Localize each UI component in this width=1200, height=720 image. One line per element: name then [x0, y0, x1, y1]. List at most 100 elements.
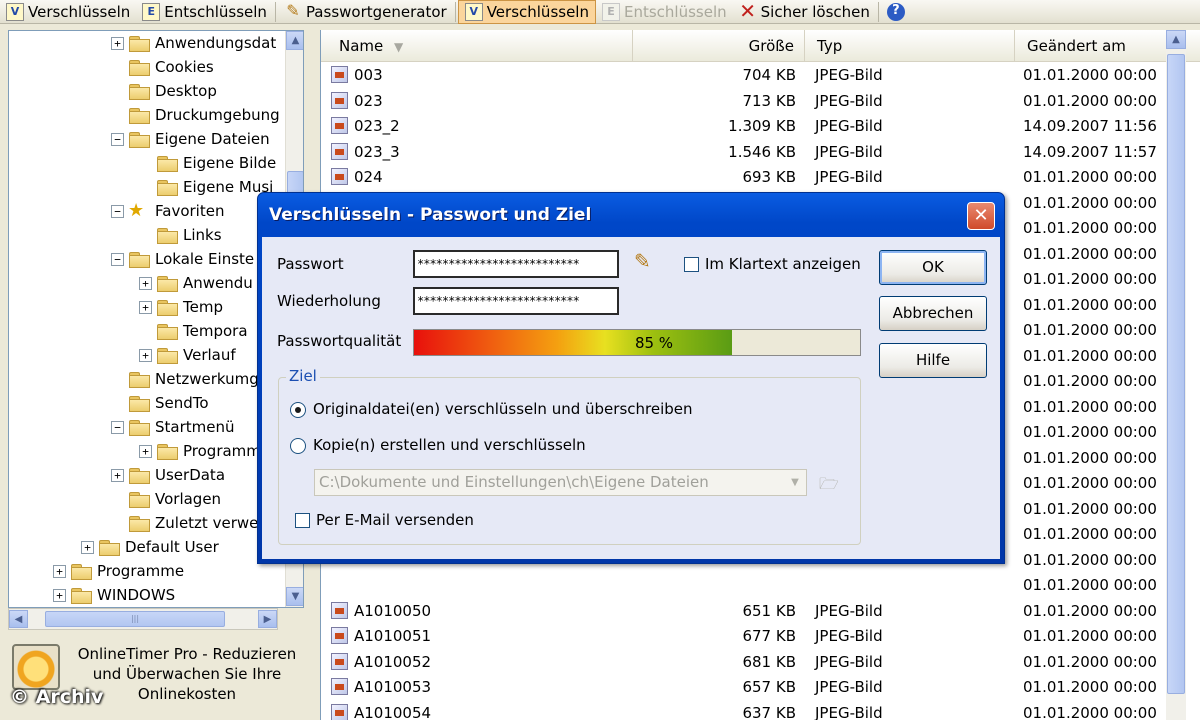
- expand-icon[interactable]: +: [139, 276, 152, 290]
- cell-date: 01.01.2000 00:00: [1023, 627, 1157, 645]
- cell-size: 713 KB: [742, 91, 796, 110]
- scroll-down-button[interactable]: ▼: [286, 587, 303, 606]
- tree-item[interactable]: Zuletzt verwe: [111, 511, 258, 535]
- toolbar-passwortgenerator-button[interactable]: ✎ Passwortgenerator: [278, 0, 453, 24]
- tree-item[interactable]: Links: [139, 223, 222, 247]
- cell-name: A1010054: [354, 703, 432, 720]
- help-button[interactable]: Hilfe: [879, 343, 987, 378]
- tree-item[interactable]: Desktop: [111, 79, 217, 103]
- browse-folder-icon[interactable]: 🗁: [819, 473, 841, 493]
- toolbar-verschluesseln-button[interactable]: V Verschlüsseln: [0, 0, 136, 24]
- table-row[interactable]: 023 713 KB JPEG-Bild 01.01.2000 00:00: [321, 88, 1166, 113]
- tree-item[interactable]: Netzwerkumg: [111, 367, 259, 391]
- quality-percent-text: 85 %: [634, 334, 674, 352]
- table-row[interactable]: A1010052 681 KB JPEG-Bild 01.01.2000 00:00: [321, 649, 1166, 674]
- overwrite-radio[interactable]: [290, 402, 306, 418]
- folder-icon: [156, 227, 178, 244]
- tree-item[interactable]: + Programme: [53, 559, 184, 583]
- toolbar-entschluesseln-button[interactable]: E Entschlüsseln: [136, 0, 273, 24]
- toolbar-sicher-loeschen-button[interactable]: ✕ Sicher löschen: [733, 0, 876, 24]
- table-row[interactable]: A1010053 657 KB JPEG-Bild 01.01.2000 00:00: [321, 674, 1166, 699]
- collapse-icon[interactable]: −: [111, 132, 124, 146]
- tree-item[interactable]: SendTo: [111, 391, 209, 415]
- password-generator-key-icon[interactable]: ✎: [634, 249, 660, 273]
- tree-item[interactable]: + WINDOWS: [53, 583, 175, 607]
- cell-date: 01.01.2000 00:00: [1023, 372, 1157, 390]
- cancel-button[interactable]: Abbrechen: [879, 296, 987, 331]
- repeat-password-field[interactable]: **************************: [413, 287, 619, 315]
- tree-item[interactable]: Vorlagen: [111, 487, 221, 511]
- tree-item[interactable]: + Default User: [81, 535, 219, 559]
- cell-date: 01.01.2000 00:00: [1023, 270, 1157, 288]
- tree-item[interactable]: − Lokale Einste: [111, 247, 254, 271]
- ok-button[interactable]: OK: [879, 250, 987, 285]
- tree-item[interactable]: + Temp: [139, 295, 223, 319]
- scroll-left-button[interactable]: ◀: [9, 610, 28, 628]
- password-field[interactable]: **************************: [413, 250, 619, 278]
- expand-icon[interactable]: +: [81, 540, 94, 554]
- tree-item[interactable]: Tempora: [139, 319, 248, 343]
- tree-horizontal-scrollbar[interactable]: ◀ ||| ▶: [8, 608, 278, 630]
- show-plaintext-checkbox[interactable]: [684, 257, 699, 272]
- cell-date: 01.01.2000 00:00: [1023, 397, 1157, 416]
- toolbar-button-label: Entschlüsseln: [623, 2, 727, 21]
- tree-item[interactable]: + Anwendu: [139, 271, 253, 295]
- tree-item[interactable]: Eigene Bilde: [139, 151, 276, 175]
- scroll-right-button[interactable]: ▶: [258, 610, 277, 628]
- tree-item[interactable]: Druckumgebung: [111, 103, 280, 127]
- column-size[interactable]: Größe: [633, 30, 805, 62]
- horizontal-scroll-thumb[interactable]: |||: [45, 611, 225, 627]
- toolbar: V Verschlüsseln E Entschlüsseln ✎ Passwortgen…: [0, 0, 1200, 24]
- expand-icon[interactable]: +: [139, 444, 152, 458]
- table-row[interactable]: 023_2 1.309 KB JPEG-Bild 14.09.2007 11:56: [321, 113, 1166, 138]
- tree-item[interactable]: − Eigene Dateien: [111, 127, 270, 151]
- table-row[interactable]: 023_3 1.546 KB JPEG-Bild 14.09.2007 11:57: [321, 139, 1166, 164]
- column-type[interactable]: Typ: [805, 30, 1015, 62]
- target-path-combobox[interactable]: C:\Dokumente und Einstellungen\ch\Eigene…: [314, 469, 807, 496]
- email-checkbox[interactable]: [295, 513, 310, 528]
- toolbar-entschluesseln-button[interactable]: E Entschlüsseln: [596, 0, 733, 24]
- tree-item-label: Vorlagen: [155, 490, 222, 508]
- expand-icon[interactable]: +: [139, 300, 152, 314]
- table-row[interactable]: 01.01.2000 00:00: [321, 572, 1166, 597]
- expand-icon[interactable]: +: [111, 468, 124, 482]
- table-row[interactable]: 003 704 KB JPEG-Bild 01.01.2000 00:00: [321, 62, 1166, 87]
- table-row[interactable]: A1010050 651 KB JPEG-Bild 01.01.2000 00:00: [321, 598, 1166, 623]
- list-vertical-scrollbar[interactable]: ▲: [1166, 30, 1186, 720]
- list-scroll-up-button[interactable]: ▲: [1166, 30, 1186, 49]
- column-modified[interactable]: Geändert am: [1015, 30, 1166, 62]
- quality-label: Passwortqualität: [277, 332, 402, 350]
- list-scroll-thumb[interactable]: [1167, 54, 1185, 694]
- scroll-up-button[interactable]: ▲: [286, 31, 303, 50]
- tree-item[interactable]: Eigene Musi: [139, 175, 273, 199]
- chevron-down-icon[interactable]: ▼: [784, 470, 806, 495]
- expand-icon[interactable]: +: [53, 564, 66, 578]
- column-name[interactable]: Name ▼: [321, 30, 633, 62]
- expand-icon[interactable]: +: [111, 36, 124, 50]
- tree-item[interactable]: Cookies: [111, 55, 214, 79]
- tree-item[interactable]: + Programm: [139, 439, 261, 463]
- expand-icon[interactable]: +: [53, 588, 66, 602]
- tree-item[interactable]: + Verlauf: [139, 343, 236, 367]
- close-icon[interactable]: ✕: [967, 202, 995, 230]
- table-row[interactable]: A1010051 677 KB JPEG-Bild 01.01.2000 00:00: [321, 623, 1166, 648]
- copy-option-label[interactable]: Kopie(n) erstellen und verschlüsseln: [313, 436, 586, 454]
- tree-item[interactable]: − Startmenü: [111, 415, 235, 439]
- toolbar-verschluesseln-button[interactable]: V Verschlüsseln: [457, 0, 596, 24]
- collapse-icon[interactable]: −: [111, 420, 124, 434]
- toolbar-help-button[interactable]: ?: [881, 0, 915, 24]
- folder-icon: [128, 515, 150, 532]
- tree-item[interactable]: + Anwendungsdat: [111, 31, 276, 55]
- table-row[interactable]: 024 693 KB JPEG-Bild 01.01.2000 00:00: [321, 164, 1166, 189]
- tree-item[interactable]: − ★ Favoriten: [111, 199, 224, 223]
- collapse-icon[interactable]: −: [111, 204, 124, 218]
- ad-text[interactable]: OnlineTimer Pro - Reduzieren und Überwac…: [72, 644, 302, 704]
- tree-item[interactable]: + UserData: [111, 463, 225, 487]
- table-row[interactable]: A1010054 637 KB JPEG-Bild 01.01.2000 00:00: [321, 700, 1166, 720]
- tree-item-label: Temp: [183, 298, 223, 316]
- copy-radio[interactable]: [290, 438, 306, 454]
- cell-name: 003: [354, 66, 383, 84]
- collapse-icon[interactable]: −: [111, 252, 124, 266]
- overwrite-option-label[interactable]: Originaldatei(en) verschlüsseln und über…: [313, 400, 693, 418]
- expand-icon[interactable]: +: [139, 348, 152, 362]
